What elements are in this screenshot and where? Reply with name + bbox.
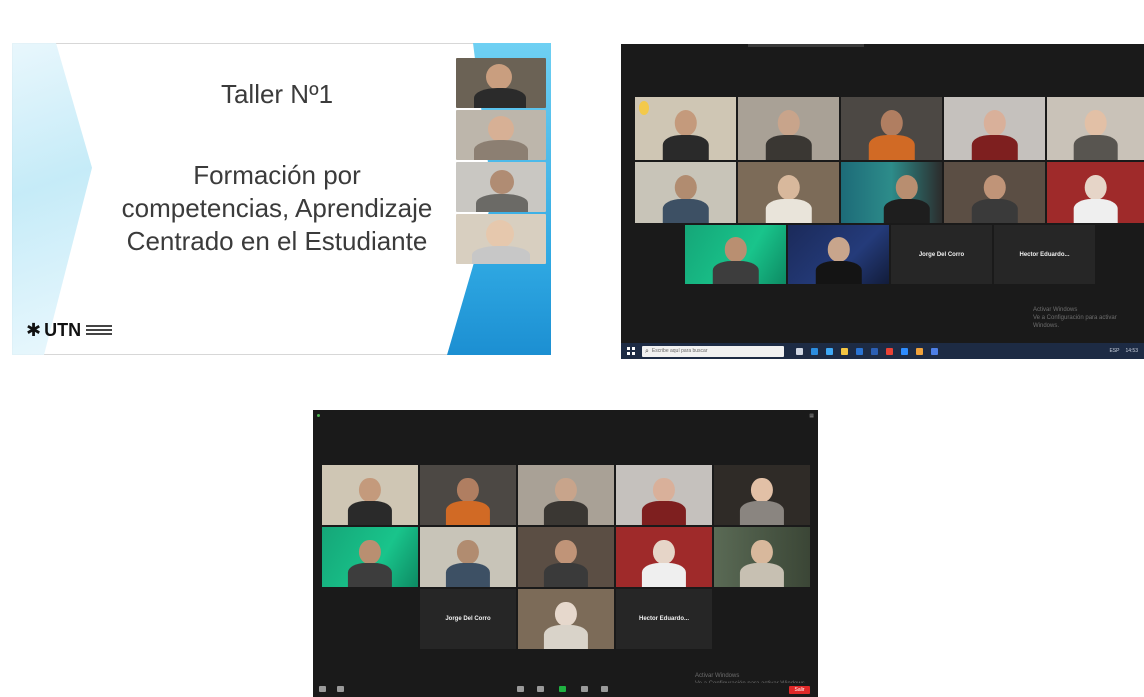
- record-icon[interactable]: [581, 686, 588, 692]
- participant-video[interactable]: [738, 97, 839, 160]
- speaker-thumbnails: [456, 58, 546, 264]
- slide-subtitle: Formación por competencias, Aprendizaje …: [42, 159, 512, 258]
- participant-tile-no-video[interactable]: Jorge Del Corro: [891, 225, 992, 284]
- speaker-video[interactable]: [456, 162, 546, 212]
- utn-logo: ✱ UTN: [26, 320, 113, 340]
- utn-logo-text: UTN: [44, 320, 82, 340]
- participant-tile-no-video[interactable]: Hector Eduardo...: [616, 589, 712, 649]
- windows-taskbar: ⌕ Escribe aquí para buscar ESP 14:53: [621, 343, 1144, 359]
- mail-icon[interactable]: [856, 347, 863, 355]
- presentation-slide: Taller Nº1 Formación por competencias, A…: [12, 43, 551, 355]
- view-toggle-icon[interactable]: ▦: [809, 413, 814, 419]
- participant-video[interactable]: [944, 162, 1045, 223]
- watermark-line: Activar Windows: [695, 673, 740, 679]
- tray-language[interactable]: ESP: [1109, 348, 1119, 354]
- participant-video[interactable]: [944, 97, 1045, 160]
- participant-video[interactable]: [685, 225, 786, 284]
- meeting-toolbar: Salir: [313, 683, 818, 697]
- watermark-line: Ve a Configuración para activar Windows.: [1033, 315, 1117, 329]
- speaker-video[interactable]: [456, 58, 546, 108]
- participant-video[interactable]: [420, 465, 516, 525]
- speaker-video[interactable]: [456, 214, 546, 264]
- participant-name: Jorge Del Corro: [445, 616, 491, 622]
- edge-icon[interactable]: [811, 347, 818, 355]
- participant-video-active-speaker[interactable]: [1047, 162, 1144, 223]
- watermark-line: Activar Windows: [1033, 307, 1078, 313]
- taskbar-apps: [796, 347, 938, 355]
- participant-name: Jorge Del Corro: [918, 251, 965, 258]
- security-shield-icon[interactable]: [317, 414, 320, 417]
- end-meeting-button[interactable]: Salir: [789, 686, 810, 694]
- participants-icon[interactable]: [517, 686, 524, 692]
- participant-video[interactable]: [738, 162, 839, 223]
- participant-video[interactable]: [714, 527, 810, 587]
- tray-clock[interactable]: 14:53: [1125, 348, 1138, 354]
- video-camera-icon[interactable]: [337, 686, 344, 692]
- participant-video[interactable]: [616, 465, 712, 525]
- participant-video[interactable]: [518, 465, 614, 525]
- participant-video[interactable]: [322, 465, 418, 525]
- slide-subtitle-line: Centrado en el Estudiante: [126, 226, 428, 256]
- mute-icon[interactable]: [319, 686, 326, 692]
- slide-subtitle-line: Formación por: [193, 160, 361, 190]
- task-view-icon[interactable]: [796, 347, 803, 355]
- app-icon[interactable]: [931, 347, 938, 355]
- participant-video[interactable]: [518, 589, 614, 649]
- file-explorer-icon[interactable]: [841, 347, 848, 355]
- search-placeholder: Escribe aquí para buscar: [651, 348, 708, 354]
- participant-video[interactable]: [788, 225, 889, 284]
- utn-logo-icon: ✱: [26, 320, 42, 340]
- word-icon[interactable]: [871, 347, 878, 355]
- windows-start-icon[interactable]: [627, 347, 635, 355]
- system-tray: ESP 14:53: [1109, 348, 1138, 354]
- participant-name: Hector Eduardo...: [638, 616, 689, 622]
- reactions-icon[interactable]: [601, 686, 608, 692]
- participant-video-active-speaker[interactable]: [420, 527, 516, 587]
- zoom-app-icon[interactable]: [901, 347, 908, 355]
- participant-video[interactable]: [635, 97, 736, 160]
- app-icon[interactable]: [916, 347, 923, 355]
- participant-video[interactable]: [322, 527, 418, 587]
- participant-name: Hector Eduardo...: [1019, 251, 1070, 258]
- chat-icon[interactable]: [537, 686, 544, 692]
- store-icon[interactable]: [826, 347, 833, 355]
- participant-video[interactable]: [841, 97, 942, 160]
- participant-tile-no-video[interactable]: Jorge Del Corro: [420, 589, 516, 649]
- chrome-icon[interactable]: [886, 347, 893, 355]
- slide-subtitle-line: competencias, Aprendizaje: [121, 193, 433, 223]
- slide-title: Taller Nº1: [220, 79, 334, 109]
- speaker-video[interactable]: [456, 110, 546, 160]
- zoom-gallery-window: ▦ Jorge Del Corro Hector Eduardo... Acti…: [313, 410, 818, 697]
- search-icon: ⌕: [645, 347, 649, 355]
- participant-video[interactable]: [1047, 97, 1144, 160]
- taskbar-search-box[interactable]: ⌕ Escribe aquí para buscar: [642, 345, 784, 357]
- zoom-gallery-window: Jorge Del Corro Hector Eduardo... Activa…: [621, 44, 1144, 359]
- participant-video[interactable]: [841, 162, 942, 223]
- utn-logo-subtext: [86, 324, 113, 336]
- participant-video[interactable]: [635, 162, 736, 223]
- zoom-top-bar: [748, 44, 864, 47]
- participant-video[interactable]: [616, 527, 712, 587]
- participant-video[interactable]: [518, 527, 614, 587]
- participant-video[interactable]: [714, 465, 810, 525]
- participant-tile-no-video[interactable]: Hector Eduardo...: [994, 225, 1095, 284]
- share-screen-icon[interactable]: [559, 686, 566, 692]
- activate-windows-watermark: Activar Windows Ve a Configuración para …: [1033, 306, 1144, 330]
